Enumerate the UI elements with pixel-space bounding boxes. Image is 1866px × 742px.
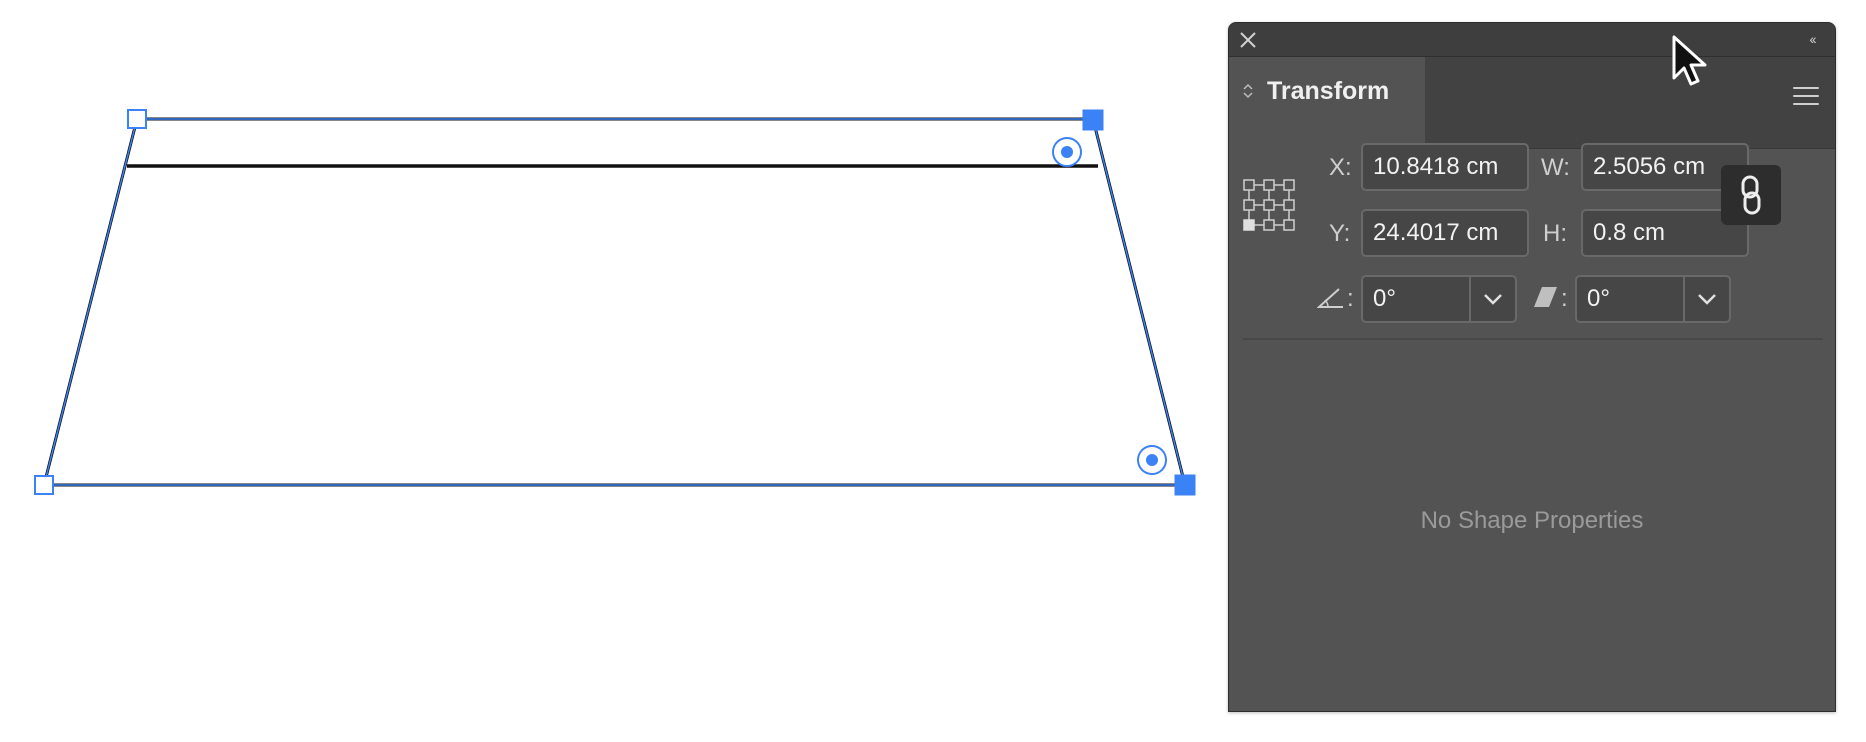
- anchor-top-right[interactable]: [1082, 109, 1104, 131]
- panel-divider: [1243, 338, 1823, 340]
- chevron-down-icon: [1698, 294, 1716, 305]
- h-label: H:: [1543, 220, 1567, 247]
- anchor-bottom-left[interactable]: [34, 475, 54, 495]
- illustrator-workspace: ‹‹ Transform X: 10.8418 cm Y: 24.4017 cm…: [0, 0, 1866, 742]
- corner-widget-bottom-right[interactable]: [1137, 445, 1167, 475]
- link-icon: [1741, 175, 1761, 215]
- rotate-value[interactable]: 0°: [1373, 277, 1396, 321]
- rotate-angle-icon: [1317, 288, 1343, 308]
- transform-panel: ‹‹ Transform X: 10.8418 cm Y: 24.4017 cm…: [1228, 22, 1836, 712]
- shear-label: :: [1561, 285, 1568, 312]
- rotate-combo[interactable]: 0°: [1361, 275, 1517, 323]
- corner-widget-top-right[interactable]: [1052, 137, 1082, 167]
- anchor-bottom-right[interactable]: [1174, 474, 1196, 496]
- tab-stepper-icon: [1243, 83, 1253, 99]
- trapezoid-shape[interactable]: [42, 117, 1187, 487]
- panel-titlebar[interactable]: ‹‹: [1229, 23, 1835, 57]
- selection-outline: [43, 118, 1186, 486]
- constrain-proportions-button[interactable]: [1721, 165, 1781, 225]
- tab-transform[interactable]: Transform: [1229, 57, 1425, 149]
- hamburger-menu-icon[interactable]: [1793, 87, 1821, 109]
- collapse-panel-button[interactable]: ‹‹: [1799, 29, 1825, 49]
- anchor-top-left[interactable]: [127, 109, 147, 129]
- rotate-dropdown-button[interactable]: [1469, 277, 1515, 321]
- tab-label: Transform: [1267, 77, 1390, 105]
- x-field[interactable]: 10.8418 cm: [1361, 143, 1529, 191]
- y-label: Y:: [1329, 220, 1351, 247]
- close-icon[interactable]: [1237, 29, 1259, 51]
- y-field[interactable]: 24.4017 cm: [1361, 209, 1529, 257]
- shear-icon: [1534, 287, 1557, 307]
- mouse-pointer-icon: [1672, 35, 1707, 86]
- chevron-down-icon: [1484, 294, 1502, 305]
- no-shape-properties-message: No Shape Properties: [1420, 507, 1644, 534]
- shear-dropdown-button[interactable]: [1683, 277, 1729, 321]
- shear-value[interactable]: 0°: [1587, 277, 1610, 321]
- x-label: X:: [1329, 154, 1352, 181]
- w-label: W:: [1541, 154, 1570, 181]
- artboard-canvas[interactable]: [0, 0, 1220, 742]
- rotate-label: :: [1347, 285, 1354, 312]
- shear-combo[interactable]: 0°: [1575, 275, 1731, 323]
- reference-point-locator-icon[interactable]: [1241, 177, 1297, 233]
- panel-tabbar: Transform: [1229, 57, 1835, 149]
